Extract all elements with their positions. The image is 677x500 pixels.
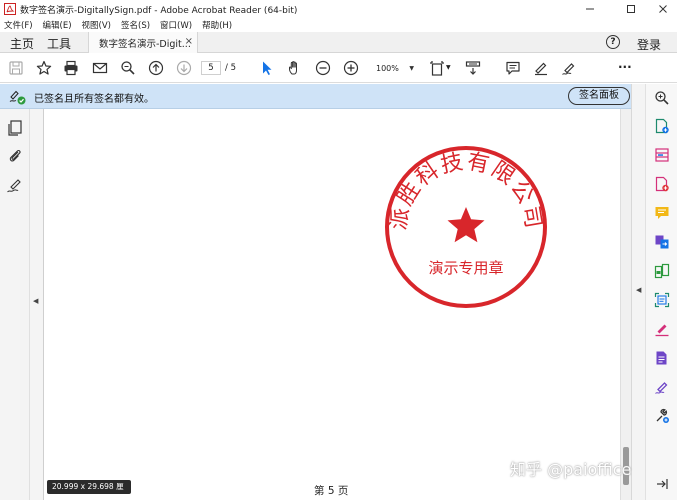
minus-circle-icon <box>315 60 331 76</box>
maximize-icon <box>627 5 635 13</box>
menu-help[interactable]: 帮助(H) <box>202 19 232 31</box>
comment-tool-icon[interactable] <box>654 205 670 221</box>
tab-tools[interactable]: 工具 <box>47 35 71 52</box>
highlight-button[interactable] <box>532 59 550 77</box>
search-icon <box>121 61 135 75</box>
comment-button[interactable] <box>504 59 522 77</box>
save-icon <box>9 61 23 75</box>
zhihu-watermark: 知乎 @paioffice <box>510 460 632 479</box>
signature-valid-icon <box>9 90 26 105</box>
title-bar: 数字签名演示-DigitallySign.pdf - Adobe Acrobat… <box>0 0 677 18</box>
combine-files-icon[interactable] <box>654 234 670 250</box>
hand-icon <box>289 61 297 75</box>
plus-circle-icon <box>343 60 359 76</box>
right-tools-rail <box>645 84 677 500</box>
seal-purpose: 演示专用章 <box>428 259 503 277</box>
page-size-tooltip: 20.999 x 29.698 厘米 <box>47 480 131 500</box>
more-tools-icon[interactable]: ··· <box>618 60 632 74</box>
search-button[interactable] <box>119 59 137 77</box>
company-seal-stamp: 派胜科技有限公司 演示专用章 <box>385 146 547 308</box>
create-pdf-icon[interactable] <box>654 118 670 134</box>
login-button[interactable]: 登录 <box>637 36 661 53</box>
page-caption: 第 5 页 <box>314 485 349 497</box>
chevron-left-icon: ◀ <box>33 297 39 305</box>
minimize-button[interactable] <box>573 0 607 18</box>
scroll-mode-button[interactable] <box>464 59 482 77</box>
page-fit-dropdown-icon[interactable]: ▼ <box>446 64 451 71</box>
hand-tool-button[interactable] <box>286 59 304 77</box>
tab-document[interactable]: 数字签名演示-Digit... × <box>88 32 198 53</box>
select-tool-button[interactable] <box>258 59 276 77</box>
previous-page-button[interactable] <box>147 59 165 77</box>
scan-ocr-icon[interactable] <box>654 292 670 308</box>
toolbar: 5 / 5 100% ▼ ▼ ··· <box>0 53 677 83</box>
menu-bar: 文件(F) 编辑(E) 视图(V) 签名(S) 窗口(W) 帮助(H) <box>0 18 677 32</box>
zoom-value: 100% <box>376 64 399 73</box>
next-page-button[interactable] <box>175 59 193 77</box>
tab-bar: 主页 工具 数字签名演示-Digit... × ? 登录 <box>0 32 677 53</box>
email-button[interactable] <box>91 59 109 77</box>
print-button[interactable] <box>62 59 80 77</box>
star-icon <box>36 60 52 75</box>
signature-panel-icon[interactable] <box>6 176 24 194</box>
menu-sign[interactable]: 签名(S) <box>121 19 150 31</box>
page-number-input[interactable]: 5 <box>201 61 221 75</box>
collapse-panel-icon[interactable] <box>654 476 670 492</box>
help-icon[interactable]: ? <box>606 35 620 49</box>
arrow-down-circle-icon <box>176 60 192 76</box>
document-view[interactable]: 派胜科技有限公司 演示专用章 第 5 页 20.999 x 29.698 厘米 <box>44 109 631 500</box>
organize-pages-icon[interactable] <box>654 147 670 163</box>
window-title: 数字签名演示-DigitallySign.pdf - Adobe Acrobat… <box>20 5 298 16</box>
comment-icon <box>506 61 520 75</box>
menu-view[interactable]: 视图(V) <box>82 19 111 31</box>
signature-status-message: 已签名且所有签名都有效。 <box>34 94 154 105</box>
chevron-left-icon: ◀ <box>636 286 642 294</box>
more-tools-wrench-icon[interactable] <box>654 408 670 424</box>
paperclip-icon[interactable] <box>6 147 24 165</box>
scroll-mode-icon <box>465 61 481 75</box>
close-icon <box>659 5 667 13</box>
document-tab-label: 数字签名演示-Digit... <box>99 38 191 50</box>
edit-pdf-icon[interactable] <box>654 350 670 366</box>
left-navigation-rail <box>0 109 30 500</box>
fill-sign-tool-icon[interactable] <box>654 321 670 337</box>
close-window-button[interactable] <box>646 0 677 18</box>
fill-sign-button[interactable] <box>560 59 578 77</box>
zoom-in-button[interactable] <box>342 59 360 77</box>
menu-window[interactable]: 窗口(W) <box>160 19 192 31</box>
tab-close-icon[interactable]: × <box>185 36 193 47</box>
export-pdf-icon[interactable] <box>654 176 670 192</box>
page-fit-button[interactable] <box>428 59 446 77</box>
zoom-select[interactable]: 100% ▼ <box>370 62 416 76</box>
compress-pdf-icon[interactable] <box>654 263 670 279</box>
cursor-arrow-icon <box>263 61 272 75</box>
chevron-down-icon: ▼ <box>409 65 414 72</box>
page-fit-icon <box>430 61 444 76</box>
signature-status-bar: 已签名且所有签名都有效。 签名面板 <box>0 84 645 109</box>
sign-pen-icon <box>562 63 575 75</box>
minimize-icon <box>586 8 594 10</box>
menu-edit[interactable]: 编辑(E) <box>43 19 72 31</box>
menu-file[interactable]: 文件(F) <box>4 19 33 31</box>
request-signature-icon[interactable] <box>654 379 670 395</box>
bookmark-star-button[interactable] <box>35 59 53 77</box>
save-button[interactable] <box>7 59 25 77</box>
vertical-scrollbar[interactable] <box>620 109 631 500</box>
zoom-out-button[interactable] <box>314 59 332 77</box>
seal-star-icon <box>447 207 485 243</box>
acrobat-app-icon <box>4 3 16 15</box>
highlighter-pen-icon <box>535 62 547 76</box>
zoom-search-icon[interactable] <box>654 90 670 106</box>
maximize-button[interactable] <box>614 0 648 18</box>
mail-icon <box>92 62 108 74</box>
arrow-up-circle-icon <box>148 60 164 76</box>
page-thumbnails-icon[interactable] <box>6 119 24 137</box>
left-panel-toggle[interactable]: ◀ <box>30 109 44 500</box>
signature-panel-button[interactable]: 签名面板 <box>568 87 630 105</box>
right-panel-toggle[interactable]: ◀ <box>631 84 645 500</box>
tab-home[interactable]: 主页 <box>10 35 34 52</box>
page-count: / 5 <box>225 63 236 73</box>
printer-icon <box>64 60 78 76</box>
